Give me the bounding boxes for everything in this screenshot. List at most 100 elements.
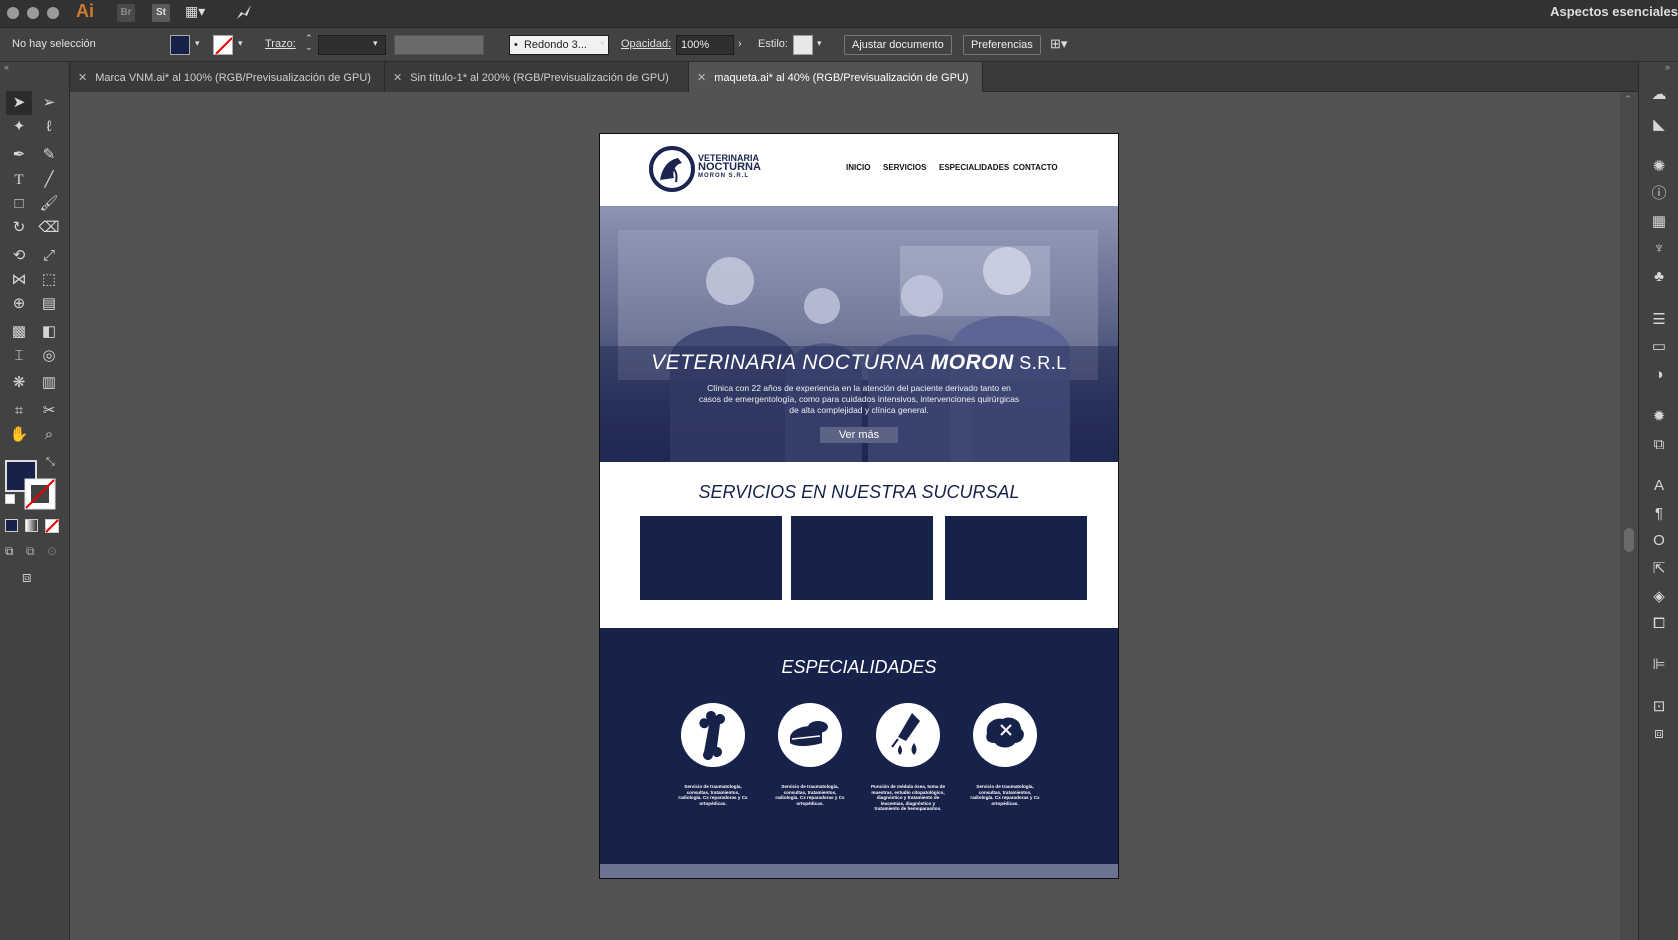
nav-especialidades[interactable]: ESPECIALIDADES — [939, 163, 1009, 172]
eraser-tool-icon[interactable]: ⌫ — [36, 216, 62, 240]
vertical-scrollbar[interactable]: ⌃ — [1620, 92, 1638, 940]
artboard-tool-icon[interactable]: ⌗ — [6, 399, 32, 423]
selection-tool-icon[interactable]: ➤ — [6, 91, 32, 115]
chevron-down-icon[interactable]: ▾ — [373, 38, 378, 49]
paintbrush-tool-icon[interactable]: 🖌 — [36, 192, 62, 216]
shape-builder-tool-icon[interactable]: ⊕ — [6, 292, 32, 316]
draw-inside-icon[interactable]: ⊙ — [47, 544, 57, 558]
info-icon[interactable]: ⓘ — [1647, 183, 1671, 205]
column-graph-tool-icon[interactable]: ▥ — [36, 371, 62, 395]
specialty-circle[interactable] — [876, 703, 940, 767]
artboards-icon[interactable]: ⧠ — [1647, 613, 1671, 635]
color-guide-icon[interactable]: ☁ — [1647, 84, 1671, 106]
curvature-tool-icon[interactable]: ✎ — [36, 143, 62, 167]
graphic-style-swatch[interactable] — [793, 35, 813, 55]
tab-marca-vnm[interactable]: ✕ Marca VNM.ai* al 100% (RGB/Previsualiza… — [70, 62, 385, 92]
swap-fill-stroke-icon[interactable]: ⤡ — [46, 456, 55, 469]
service-card[interactable] — [640, 516, 782, 600]
stroke-icon[interactable]: ☰ — [1647, 309, 1671, 331]
preferences-button[interactable]: Preferencias — [963, 35, 1041, 55]
nav-inicio[interactable]: INICIO — [846, 163, 870, 172]
shaper-tool-icon[interactable]: ↻ — [6, 216, 32, 240]
bridge-icon[interactable]: Br — [117, 4, 135, 22]
brushes-icon[interactable]: ♆ — [1647, 238, 1671, 260]
close-tab-icon[interactable]: ✕ — [697, 72, 706, 84]
stroke-stepper-icon[interactable]: ⌃ ⌄ — [305, 34, 313, 52]
align-icon[interactable]: ⊫ — [1647, 654, 1671, 676]
appearance-panel-icon[interactable]: ✹ — [1647, 406, 1671, 428]
stock-icon[interactable]: St — [152, 4, 170, 22]
chevron-down-icon[interactable]: ▾ — [238, 38, 243, 49]
zoom-window-button[interactable] — [47, 7, 59, 19]
slice-tool-icon[interactable]: ✂ — [36, 399, 62, 423]
symbols-icon[interactable]: ♣ — [1647, 266, 1671, 288]
brush-definition-field[interactable]: • Redondo 3... — [509, 35, 609, 55]
free-transform-tool-icon[interactable]: ⬚ — [36, 268, 62, 292]
magic-wand-tool-icon[interactable]: ✦ — [6, 115, 32, 139]
collapse-panel-icon[interactable]: « — [4, 62, 9, 72]
tab-maqueta[interactable]: ✕ maqueta.ai* al 40% (RGB/Previsualizació… — [689, 62, 983, 92]
specialty-circle[interactable] — [778, 703, 842, 767]
screen-mode-icon[interactable]: ⧈ — [22, 569, 32, 586]
service-card[interactable] — [945, 516, 1087, 600]
hand-tool-icon[interactable]: ✋ — [6, 423, 32, 447]
arrange-options-icon[interactable]: ⊞▾ — [1050, 36, 1067, 52]
scale-tool-icon[interactable]: ⤢ — [36, 244, 62, 268]
layers-icon[interactable]: ◈ — [1647, 586, 1671, 608]
line-tool-icon[interactable]: ╱ — [36, 168, 62, 192]
close-window-button[interactable] — [7, 7, 19, 19]
workspace-switcher[interactable]: Aspectos esenciales — [1550, 4, 1678, 19]
close-tab-icon[interactable]: ✕ — [78, 72, 87, 84]
symbol-sprayer-tool-icon[interactable]: ❋ — [6, 371, 32, 395]
pen-tool-icon[interactable]: ✒ — [6, 143, 32, 167]
ver-mas-button[interactable]: Ver más — [820, 427, 898, 443]
stroke-label[interactable]: Trazo: — [265, 38, 296, 50]
opentype-icon[interactable]: O — [1647, 530, 1671, 552]
stroke-color-box[interactable] — [24, 478, 56, 510]
graphic-styles-icon[interactable]: ⧉ — [1647, 434, 1671, 456]
expand-panels-icon[interactable]: » — [1665, 62, 1670, 72]
draw-behind-icon[interactable]: ⧉ — [26, 544, 35, 559]
gradient-mode-icon[interactable] — [25, 519, 38, 532]
pathfinder-icon[interactable]: ⧈ — [1647, 723, 1671, 745]
none-mode-icon[interactable] — [45, 519, 59, 533]
opacity-field[interactable]: 100% — [676, 35, 734, 55]
rotate-tool-icon[interactable]: ⟲ — [6, 244, 32, 268]
nav-contacto[interactable]: CONTACTO — [1013, 163, 1058, 172]
chevron-down-icon[interactable]: ▾ — [195, 38, 200, 49]
blend-tool-icon[interactable]: ◎ — [36, 344, 62, 368]
gradient-tool-icon[interactable]: ◧ — [36, 320, 62, 344]
tab-sin-titulo[interactable]: ✕ Sin título-1* al 200% (RGB/Previsualiza… — [385, 62, 689, 92]
artboard[interactable]: VETERINARIA NOCTURNA MORON S.R.L INICIO … — [599, 133, 1119, 879]
zoom-tool-icon[interactable]: ⌕ — [36, 423, 62, 447]
draw-normal-icon[interactable]: ⧉ — [5, 544, 14, 559]
scroll-thumb[interactable] — [1624, 528, 1634, 552]
paragraph-icon[interactable]: ¶ — [1647, 503, 1671, 525]
perspective-grid-tool-icon[interactable]: ▤ — [36, 292, 62, 316]
direct-selection-tool-icon[interactable]: ➢ — [36, 91, 62, 115]
rectangle-tool-icon[interactable]: □ — [6, 192, 32, 216]
lasso-tool-icon[interactable]: ℓ — [36, 115, 62, 139]
fit-document-button[interactable]: Ajustar documento — [844, 35, 952, 55]
opacity-label[interactable]: Opacidad: — [621, 38, 671, 50]
variable-width-profile[interactable] — [394, 35, 484, 55]
specialty-circle[interactable] — [973, 703, 1037, 767]
service-card[interactable] — [791, 516, 933, 600]
mesh-tool-icon[interactable]: ▩ — [6, 320, 32, 344]
chevron-down-icon[interactable]: ▾ — [817, 38, 822, 49]
type-tool-icon[interactable]: T — [6, 168, 32, 192]
transform-icon[interactable]: ⊡ — [1647, 696, 1671, 718]
character-icon[interactable]: A — [1647, 475, 1671, 497]
close-tab-icon[interactable]: ✕ — [393, 72, 402, 84]
chevron-down-icon[interactable]: ▾ — [600, 38, 605, 49]
stroke-none-swatch[interactable] — [213, 35, 233, 55]
specialty-circle[interactable] — [681, 703, 745, 767]
width-tool-icon[interactable]: ⋈ — [6, 268, 32, 292]
fill-swatch[interactable] — [170, 35, 190, 55]
scroll-up-icon[interactable]: ⌃ — [1624, 94, 1632, 105]
libraries-icon[interactable]: ◣ — [1647, 114, 1671, 136]
transparency-icon[interactable]: ◑ — [1647, 364, 1671, 386]
minimize-window-button[interactable] — [27, 7, 39, 19]
gpu-performance-icon[interactable] — [234, 2, 254, 22]
swatches-icon[interactable]: ▦ — [1647, 211, 1671, 233]
